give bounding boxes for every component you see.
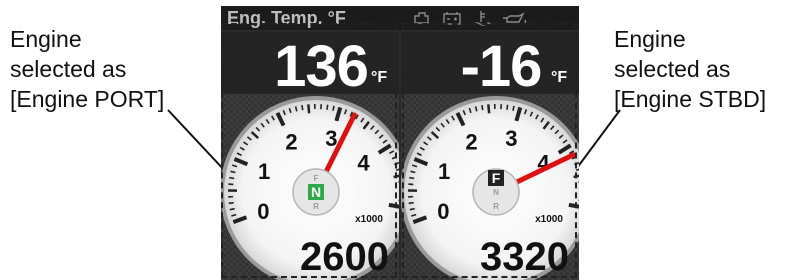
rpm-scale-label: 1 bbox=[438, 159, 450, 184]
battery-icon bbox=[443, 12, 461, 25]
rpm-scale-label: 2 bbox=[465, 130, 477, 155]
rpm-scale-label: 4 bbox=[357, 150, 370, 175]
gauge-tick bbox=[307, 104, 311, 114]
engine-display-screen: Eng. Temp. °F 0 1 2 3 4 F N R 136 °F x1000 2600 012… bbox=[221, 6, 579, 280]
rpm-multiplier: x1000 bbox=[535, 214, 563, 225]
temperature-value: 136 bbox=[274, 34, 368, 99]
gauge-tick bbox=[229, 176, 235, 180]
gauge-tick bbox=[326, 104, 329, 110]
gauge-tick bbox=[332, 105, 335, 111]
rpm-value: 3320 bbox=[480, 235, 569, 279]
coolant-temp-icon bbox=[473, 11, 491, 26]
gear-label: N bbox=[493, 188, 499, 197]
rpm-scale-label: 2 bbox=[285, 130, 297, 155]
gauge-tick bbox=[512, 105, 515, 111]
rpm-scale-label: 3 bbox=[505, 126, 517, 151]
gauge-tick bbox=[408, 201, 414, 205]
rpm-gauge-stbd: 012 34FNR-16 °Fx10003320 bbox=[401, 32, 579, 280]
gauge-tick bbox=[409, 207, 415, 211]
oil-pressure-icon bbox=[503, 12, 527, 24]
gauge-tick bbox=[481, 105, 484, 111]
gauge-tick bbox=[409, 176, 415, 180]
rpm-multiplier: x1000 bbox=[355, 214, 383, 225]
gear-label: R bbox=[493, 202, 499, 211]
leader-line-port bbox=[167, 109, 227, 173]
temperature-unit: °F bbox=[551, 69, 567, 86]
gear-label: F bbox=[314, 174, 319, 183]
rpm-value: 2600 bbox=[300, 235, 389, 279]
gauge-tick bbox=[301, 105, 304, 111]
gauge-tick bbox=[398, 181, 399, 183]
gauge-tick bbox=[506, 104, 509, 110]
gauge-tick bbox=[410, 170, 416, 174]
gauge-tick bbox=[487, 104, 491, 114]
gauge-tick bbox=[229, 207, 235, 211]
gauge-tick bbox=[578, 181, 579, 183]
status-icons bbox=[414, 11, 527, 26]
gauge-tick bbox=[568, 202, 579, 209]
leader-line-stbd bbox=[573, 109, 621, 173]
gear-label: R bbox=[313, 202, 319, 211]
gauge-tick bbox=[294, 106, 298, 112]
gauge-panel-port: 0 1 2 3 4 F N R 136 °F x1000 2600 bbox=[221, 32, 399, 280]
temperature-unit: °F bbox=[371, 69, 387, 86]
gauge-tick bbox=[230, 170, 236, 174]
rpm-gauge-port: 012 34FNR136 °Fx10002600 bbox=[221, 32, 399, 280]
rpm-scale-label: 0 bbox=[257, 199, 269, 224]
title-bar: Eng. Temp. °F bbox=[221, 6, 579, 30]
temperature-value: -16 bbox=[461, 34, 542, 99]
gauge-tick bbox=[388, 202, 399, 209]
rpm-scale-label: 0 bbox=[437, 199, 449, 224]
engine-icon bbox=[414, 12, 429, 24]
gear-label: N bbox=[311, 184, 321, 200]
gauge-panel-stbd: 0 1 2 3 4 F N R -16 °F x1000 3320 bbox=[401, 32, 579, 280]
page-title: Eng. Temp. °F bbox=[227, 8, 346, 28]
rpm-scale-label: 1 bbox=[258, 159, 270, 184]
gauge-tick bbox=[474, 106, 478, 112]
gauge-tick bbox=[228, 201, 234, 205]
gear-label: F bbox=[492, 170, 501, 186]
